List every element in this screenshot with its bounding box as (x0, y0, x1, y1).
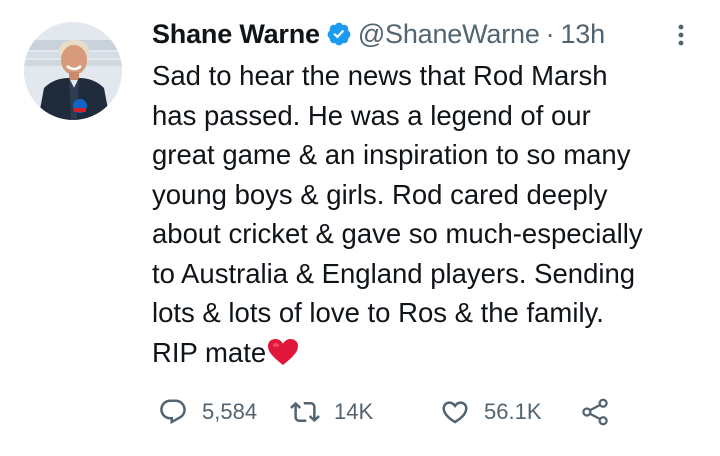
tweet-text-line: about cricket & gave so much-especially (152, 218, 643, 249)
share-button[interactable] (580, 392, 610, 432)
avatar[interactable] (24, 22, 122, 120)
display-name[interactable]: Shane Warne (152, 19, 320, 50)
verified-badge-icon (326, 21, 352, 47)
reply-button[interactable]: 5,584 (158, 392, 257, 432)
more-icon[interactable] (674, 22, 688, 48)
retweet-count: 14K (334, 399, 374, 424)
retweet-button[interactable]: 14K (290, 392, 373, 432)
reply-count: 5,584 (202, 399, 258, 424)
tweet-header: Shane Warne @ShaneWarne · 13h (152, 14, 605, 54)
tweet-text-line: to Australia & England players. Sending (152, 257, 636, 289)
tweet-text-line: has passed. He was a legend of our (152, 99, 591, 131)
tweet-text-line: Sad to hear the news that Rod Marsh (152, 60, 608, 91)
timestamp[interactable]: 13h (560, 19, 605, 50)
tweet-card[interactable]: Shane Warne @ShaneWarne · 13h Sad to hea… (0, 0, 720, 456)
like-button[interactable]: 56.1K (440, 392, 542, 432)
tweet-text-line: great game & an inspiration to so many (152, 139, 631, 170)
heart-emoji-icon (267, 337, 299, 365)
like-count: 56.1K (484, 399, 542, 424)
tweet-text: Sad to hear the news that Rod Marsh has … (152, 56, 712, 372)
reply-icon (160, 399, 186, 425)
tweet-text-last-line: RIP mate (152, 333, 712, 373)
retweet-icon (290, 401, 320, 423)
action-bar: 5,584 14K 56.1K (0, 392, 720, 432)
share-icon (582, 398, 608, 426)
tweet-text-line: lots & lots of love to Ros & the family. (152, 297, 604, 328)
separator-dot: · (545, 18, 555, 49)
tweet-text-line: RIP mate (152, 336, 267, 368)
handle[interactable]: @ShaneWarne (358, 19, 540, 50)
tweet-text-line: young boys & girls. Rod cared deeply (152, 178, 608, 210)
profile-photo (24, 22, 122, 120)
like-icon (442, 401, 468, 424)
